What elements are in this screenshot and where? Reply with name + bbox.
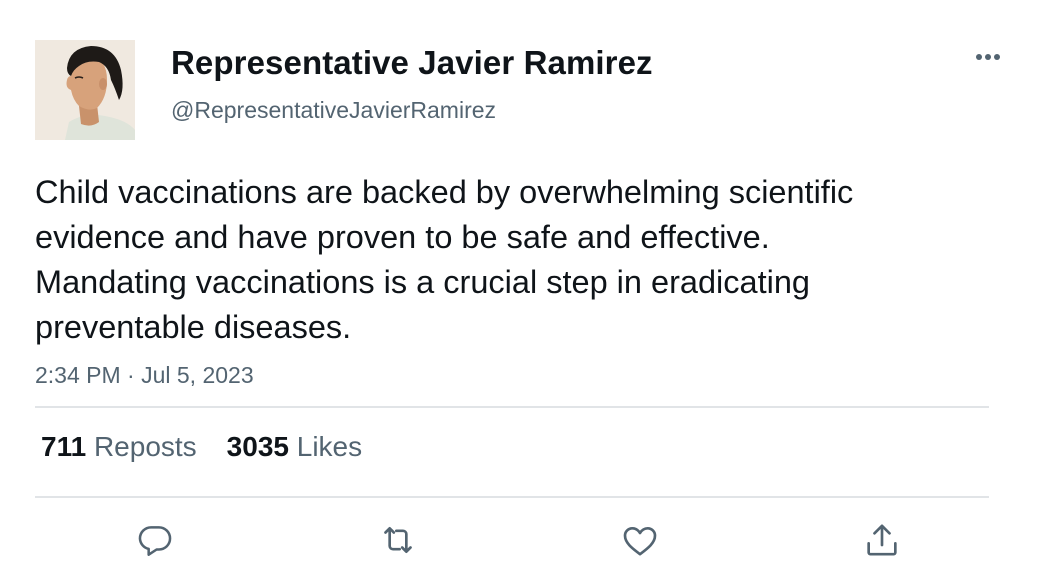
tweet-card: Representative Javier Ramirez @Represent… <box>0 0 1050 570</box>
divider <box>35 406 989 408</box>
reposts-label: Reposts <box>93 431 197 462</box>
reply-icon <box>138 526 172 556</box>
engagement-stats: 711 Reposts 3035 Likes <box>41 431 362 463</box>
like-button[interactable] <box>618 518 662 562</box>
avatar-photo <box>35 40 135 140</box>
repost-icon <box>384 527 412 553</box>
reply-button[interactable] <box>133 518 177 562</box>
more-options-icon[interactable] <box>968 44 1008 70</box>
likes-stat[interactable]: 3035 Likes <box>227 431 362 463</box>
share-button[interactable] <box>860 518 904 562</box>
repost-button[interactable] <box>376 518 420 562</box>
divider <box>35 496 989 498</box>
likes-count: 3035 <box>226 431 289 462</box>
like-icon <box>623 527 657 556</box>
reposts-stat[interactable]: 711 Reposts <box>41 431 197 463</box>
tweet-text: Child vaccinations are backed by overwhe… <box>35 174 854 345</box>
tweet-timestamp[interactable]: 2:34 PM · Jul 5, 2023 <box>35 362 254 389</box>
display-name[interactable]: Representative Javier Ramirez <box>171 44 653 82</box>
likes-label: Likes <box>296 431 363 462</box>
avatar[interactable] <box>35 40 135 140</box>
share-icon <box>867 524 897 556</box>
user-handle[interactable]: @RepresentativeJavierRamirez <box>171 97 496 124</box>
reposts-count: 711 <box>41 431 87 462</box>
